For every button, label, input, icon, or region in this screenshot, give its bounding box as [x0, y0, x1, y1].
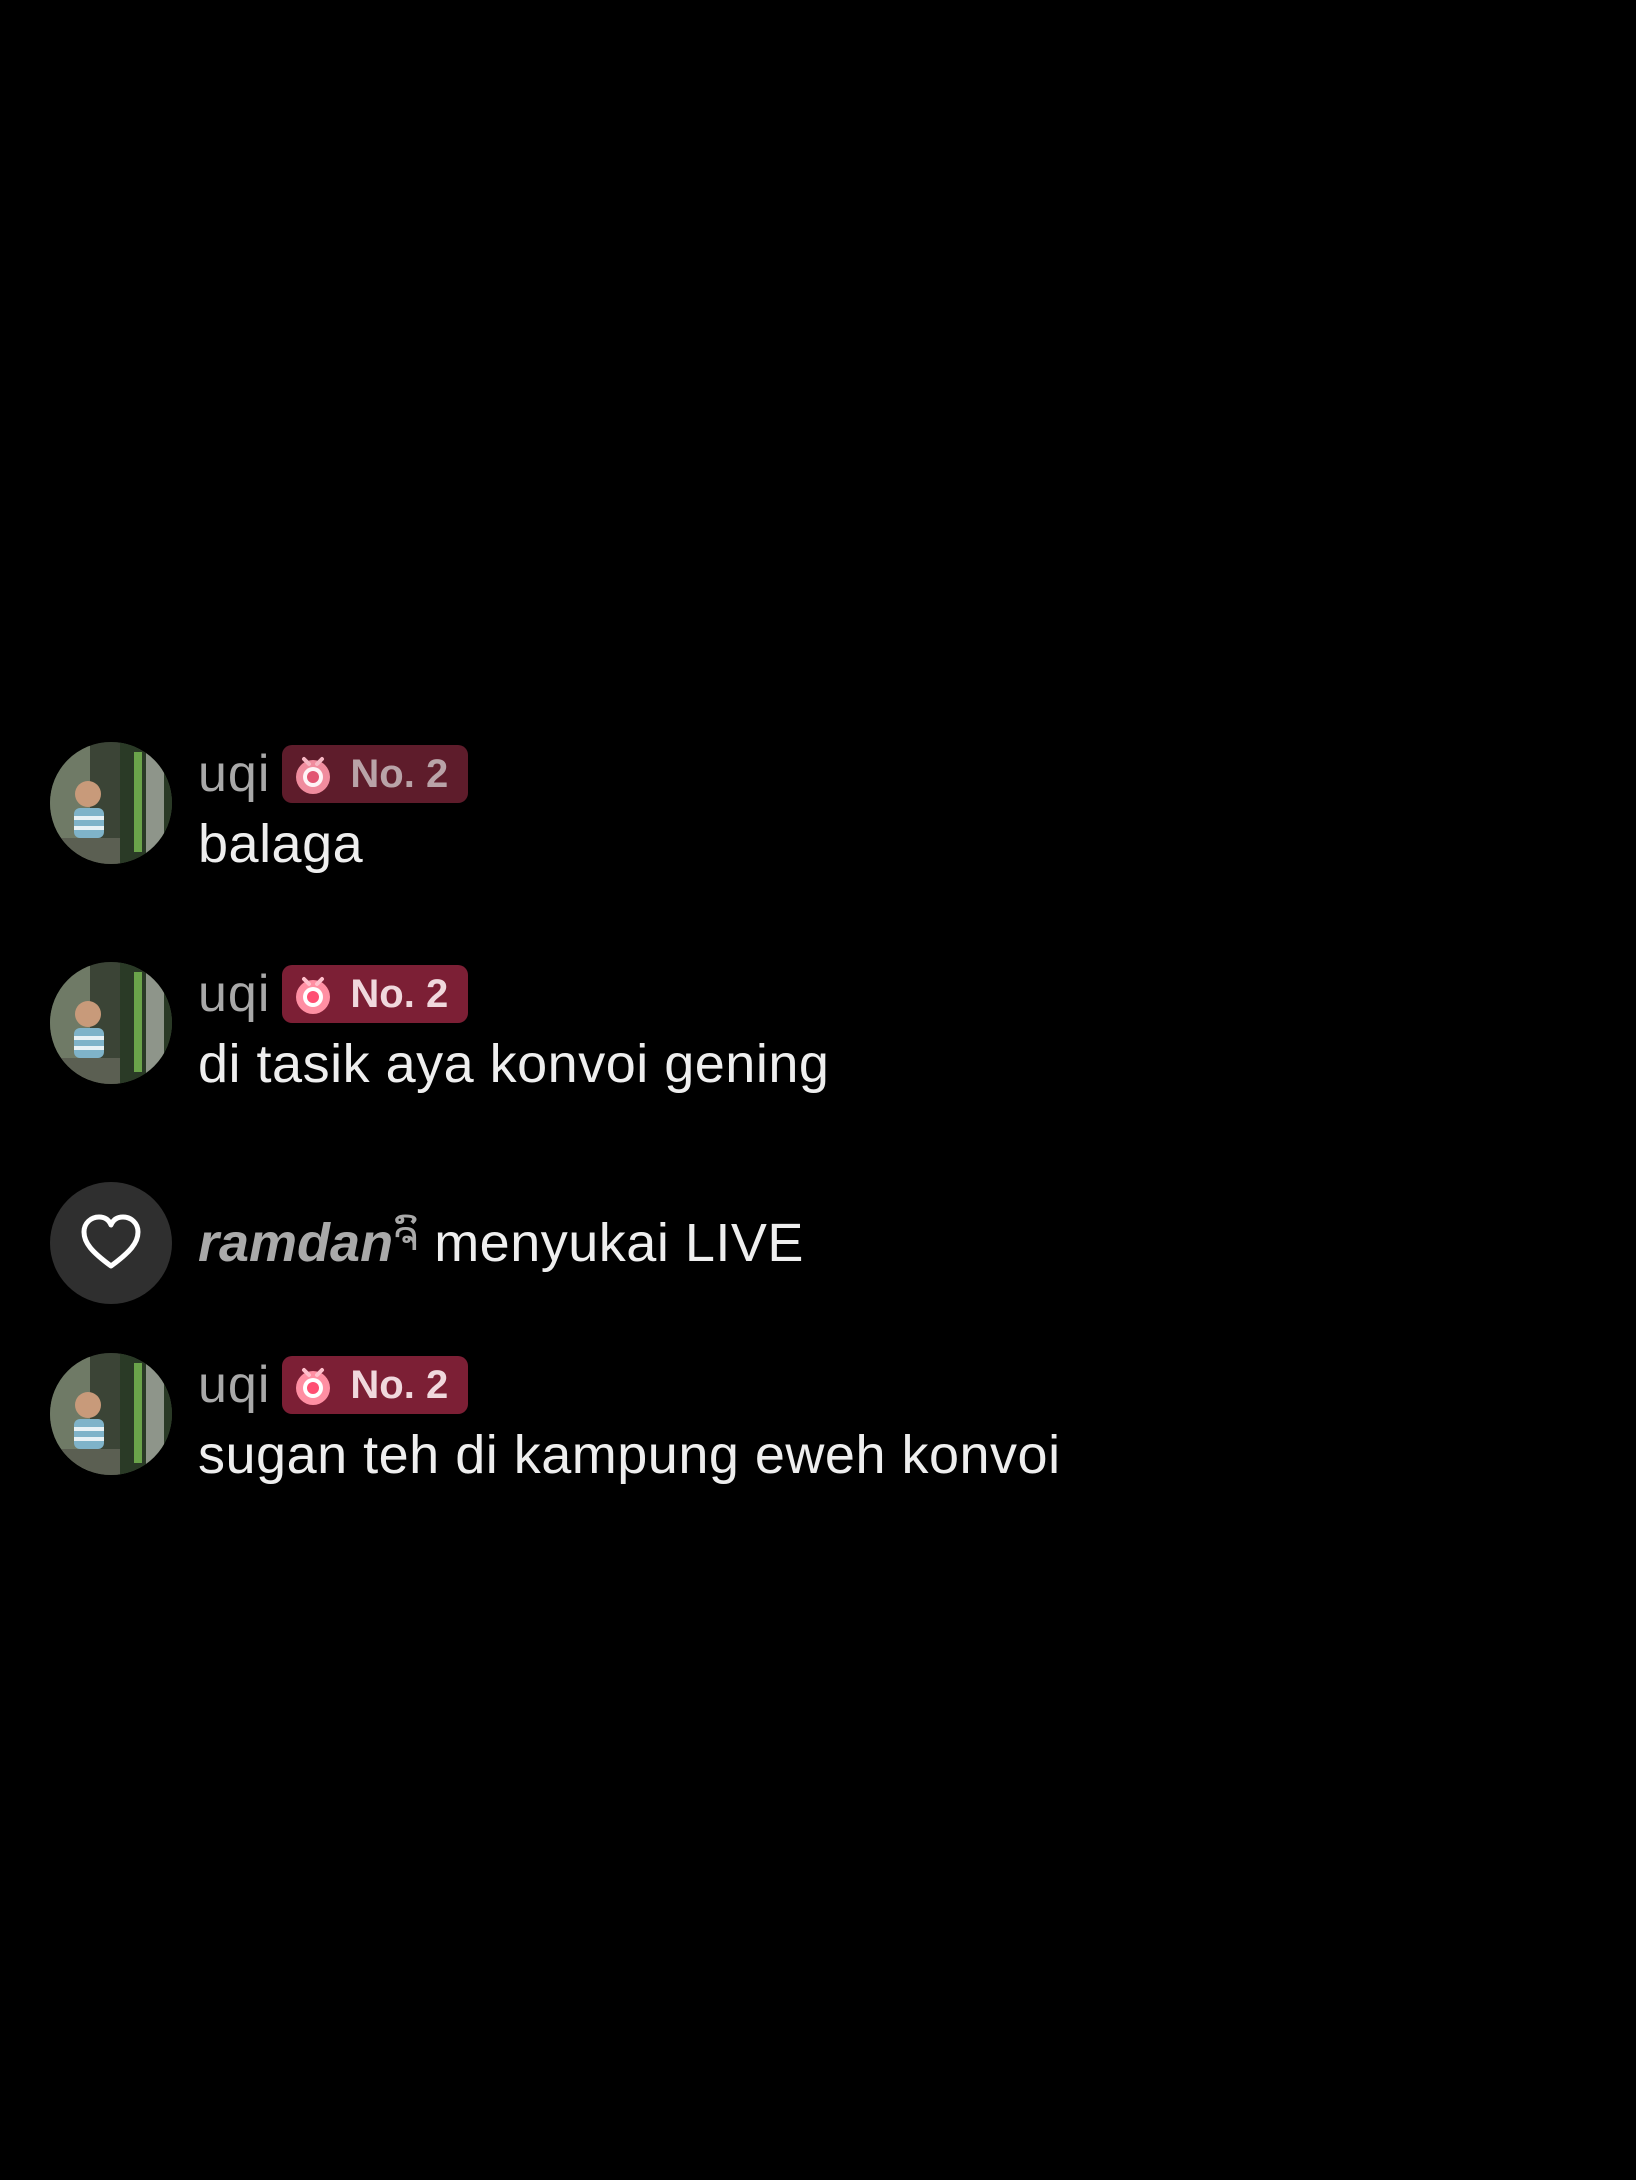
gift-sticker-icon: [296, 757, 331, 794]
badge-label: No. 2: [350, 1363, 449, 1407]
username[interactable]: uqi: [198, 742, 270, 806]
avatar[interactable]: [50, 742, 172, 864]
rank-badge: No. 2: [282, 965, 469, 1023]
badge-label: No. 2: [350, 752, 449, 796]
username[interactable]: uqi: [198, 962, 270, 1026]
rank-badge: No. 2: [282, 1356, 469, 1414]
like-event-text: menyukai LIVE: [434, 1213, 804, 1273]
avatar-photo: [50, 1353, 172, 1475]
comment-text: balaga: [198, 814, 364, 874]
live-chat-feed: uqi No. 2 balaga uqi No. 2 di tasik aya …: [0, 0, 1636, 2180]
like-circle: [50, 1182, 172, 1304]
gift-sticker-icon: [296, 977, 331, 1014]
avatar-photo: [50, 742, 172, 864]
comment-text: sugan teh di kampung eweh konvoi: [198, 1425, 1061, 1485]
avatar[interactable]: [50, 962, 172, 1084]
avatar-photo: [50, 962, 172, 1084]
gift-sticker-icon: [296, 1368, 331, 1405]
rank-badge: No. 2: [282, 745, 469, 803]
avatar[interactable]: [50, 1353, 172, 1475]
liker-username[interactable]: ramdan: [198, 1209, 393, 1277]
username[interactable]: uqi: [198, 1353, 270, 1417]
username-decoration: ຈົ: [393, 1215, 419, 1259]
comment-text: di tasik aya konvoi gening: [198, 1034, 830, 1094]
heart-icon: [81, 1214, 141, 1269]
badge-label: No. 2: [350, 972, 449, 1016]
